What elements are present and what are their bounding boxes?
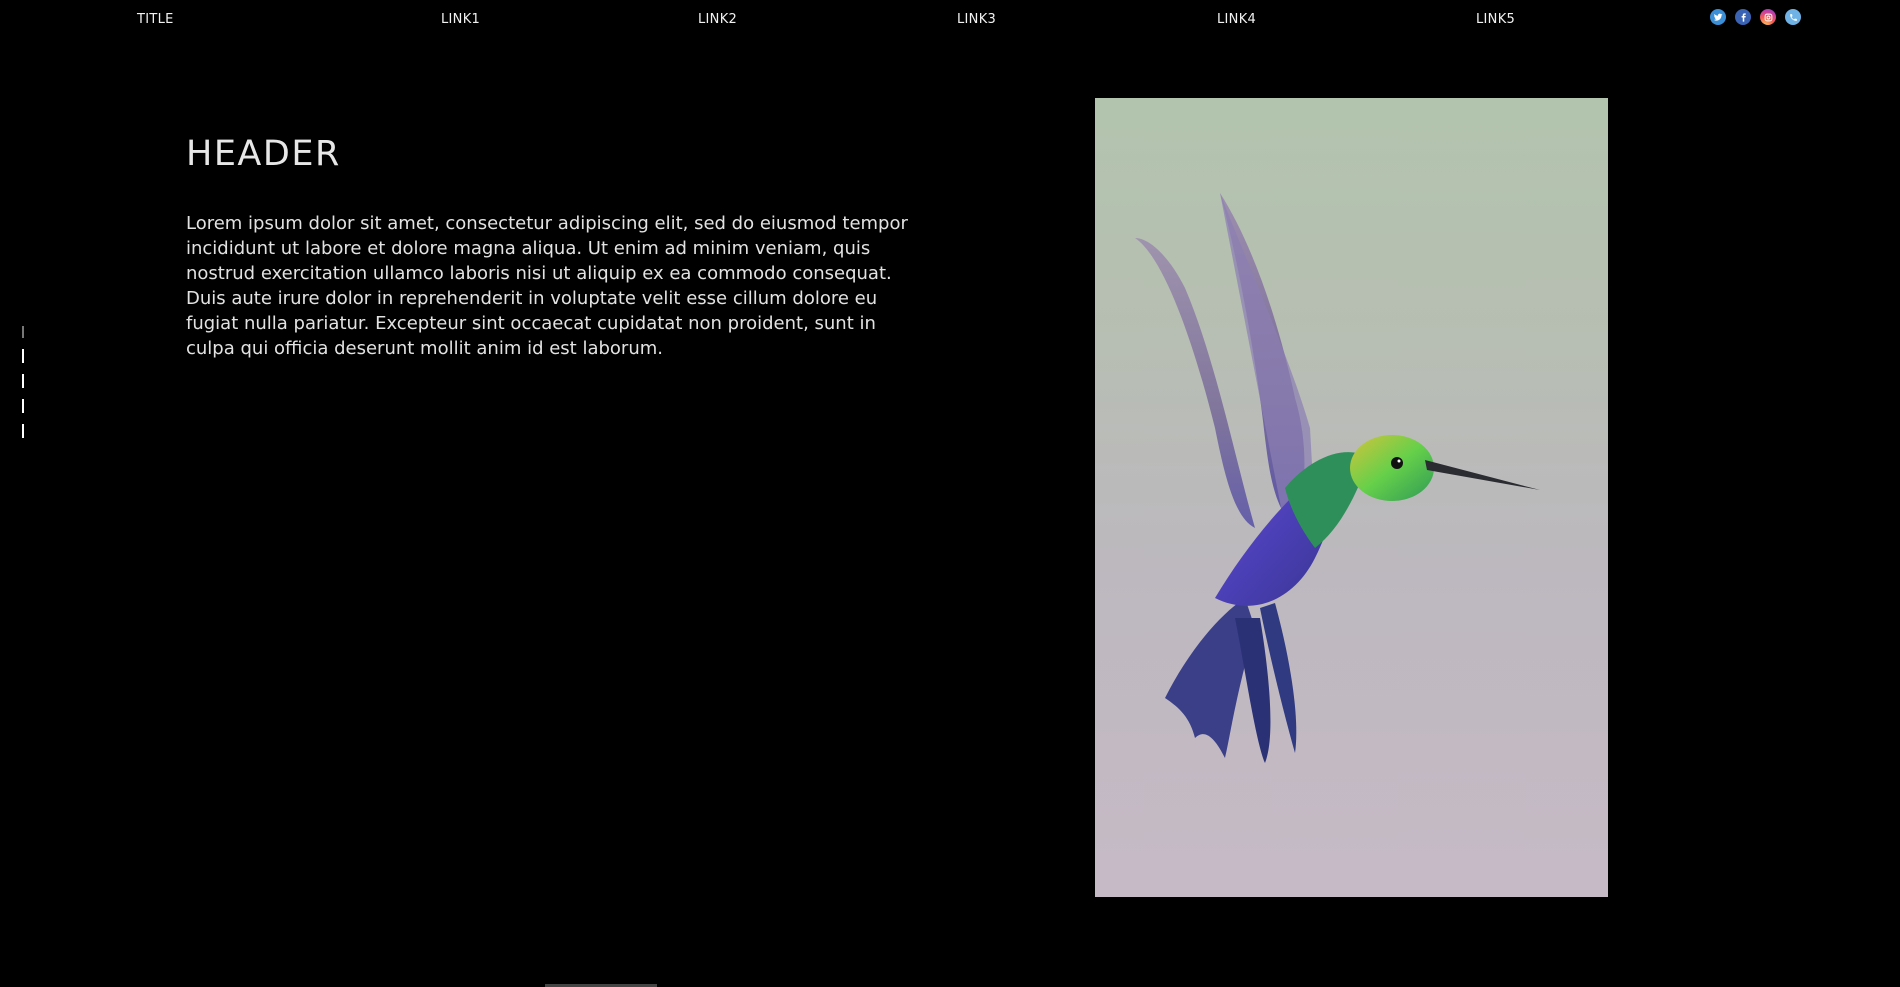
section-dot-2[interactable] xyxy=(22,349,24,363)
hummingbird-illustration xyxy=(1135,193,1540,763)
section-dot-5[interactable] xyxy=(22,424,24,438)
instagram-icon[interactable] xyxy=(1760,9,1776,25)
body-paragraph: Lorem ipsum dolor sit amet, consectetur … xyxy=(186,213,908,359)
phone-icon[interactable] xyxy=(1785,9,1801,25)
section-dot-4[interactable] xyxy=(22,399,24,413)
section-indicator xyxy=(22,326,24,438)
nav-link-1[interactable]: LINK1 xyxy=(441,12,480,27)
page: TITLE LINK1 LINK2 LINK3 LINK4 LINK5 HEAD… xyxy=(0,0,1900,987)
nav-link-3[interactable]: LINK3 xyxy=(957,12,996,27)
social-links xyxy=(1710,9,1801,25)
section-dot-1[interactable] xyxy=(22,326,24,338)
nav-link-2[interactable]: LINK2 xyxy=(698,12,737,27)
page-header: HEADER xyxy=(186,134,341,174)
nav-title[interactable]: TITLE xyxy=(137,12,174,27)
nav-link-4[interactable]: LINK4 xyxy=(1217,12,1256,27)
facebook-icon[interactable] xyxy=(1735,9,1751,25)
top-nav: TITLE LINK1 LINK2 LINK3 LINK4 LINK5 xyxy=(0,0,1900,40)
section-dot-3[interactable] xyxy=(22,374,24,388)
nav-link-5[interactable]: LINK5 xyxy=(1476,12,1515,27)
hummingbird-image xyxy=(1095,98,1608,897)
twitter-icon[interactable] xyxy=(1710,9,1726,25)
